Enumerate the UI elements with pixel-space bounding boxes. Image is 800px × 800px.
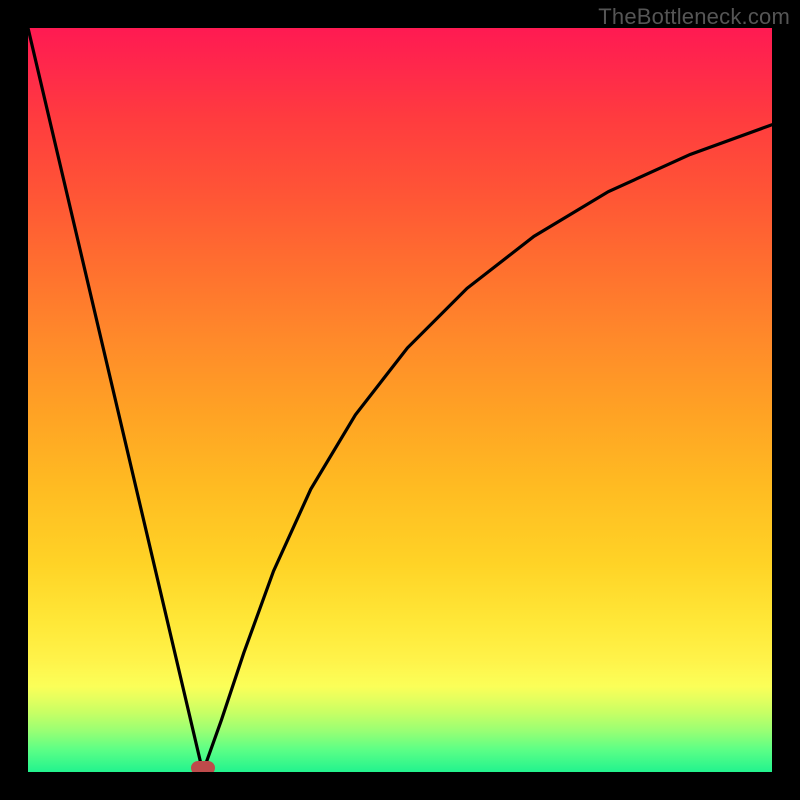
chart-frame: TheBottleneck.com <box>0 0 800 800</box>
optimum-marker <box>191 761 215 772</box>
left-branch-path <box>28 28 203 772</box>
watermark-text: TheBottleneck.com <box>598 4 790 30</box>
plot-area <box>28 28 772 772</box>
curve-overlay <box>28 28 772 772</box>
right-branch-path <box>203 125 772 772</box>
